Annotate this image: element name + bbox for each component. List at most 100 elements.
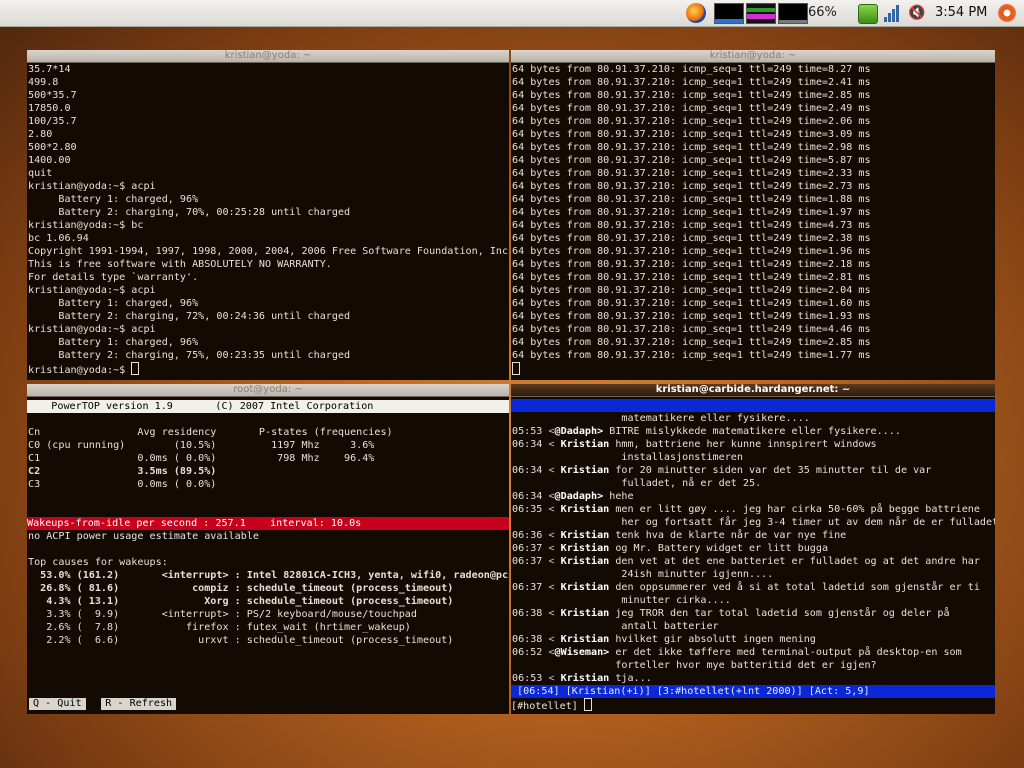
terminal-line: Battery 1: charged, 96% <box>28 194 199 205</box>
irc-channel-prompt: [#hotellet] <box>511 701 584 712</box>
signal-icon[interactable] <box>884 4 902 22</box>
window-title[interactable]: kristian@yoda: ~ <box>27 50 509 63</box>
cstate-row: C2 3.5ms (89.5%) <box>28 466 217 477</box>
terminal-output: 35.7*14 499.8 500*35.7 17850.0 100/35.7 2.80 5… <box>27 63 509 377</box>
terminal-line: 500*35.7 <box>28 90 77 101</box>
irc-message: 06:38 < Kristian hvilket gir absolutt in… <box>512 633 995 646</box>
battery-percent[interactable]: 66% <box>808 5 837 20</box>
irc-message: 06:35 < Kristian men er litt gøy .... je… <box>512 503 995 516</box>
irc-message: antall batterier <box>512 620 995 633</box>
irc-message: fulladet, nå er det 25. <box>512 477 995 490</box>
irc-timestamp: 06:36 <box>512 530 543 541</box>
window-title[interactable]: kristian@yoda: ~ <box>511 50 995 63</box>
ubuntu-icon[interactable] <box>998 4 1016 22</box>
wakeup-causes-list: 53.0% (161.2) <interrupt> : Intel 82801C… <box>27 569 509 647</box>
irc-message: 06:52 <@Wiseman> er det ikke tøffere med… <box>512 646 995 659</box>
irc-bracket: < <box>542 582 561 593</box>
irc-input-line[interactable]: [#hotellet] <box>511 698 995 713</box>
wakeup-cause-row: 26.8% ( 81.6) compiz : schedule_timeout … <box>28 583 454 594</box>
ping-line: 64 bytes from 80.91.37.210: icmp_seq=1 t… <box>512 64 871 75</box>
irc-timestamp: 06:34 <box>512 465 543 476</box>
cstate-row: C1 0.0ms ( 0.0%) 798 Mhz 96.4% <box>28 453 375 464</box>
irc-bracket: < <box>542 504 561 515</box>
terminal-irssi[interactable]: kristian@carbide.hardanger.net: ~ matema… <box>511 384 995 714</box>
irc-bracket: < <box>542 647 555 658</box>
terminal-top-right[interactable]: kristian@yoda: ~ 64 bytes from 80.91.37.… <box>511 50 995 380</box>
irc-message: 06:34 < Kristian for 20 minutter siden v… <box>512 464 995 477</box>
ping-line: 64 bytes from 80.91.37.210: icmp_seq=1 t… <box>512 129 871 140</box>
irc-text: men er litt gøy .... jeg har cirka 50-60… <box>609 504 980 515</box>
top-panel: 66% 🔇 3:54 PM <box>0 0 1024 27</box>
cstate-row: C3 0.0ms ( 0.0%) <box>28 479 217 490</box>
memory-monitor-icon[interactable] <box>746 3 776 24</box>
terminal-line: quit <box>28 168 53 179</box>
irc-bracket: < <box>542 673 561 684</box>
irc-topic-bar <box>511 399 995 412</box>
irc-bracket: < <box>542 556 561 567</box>
irc-bracket: < <box>542 608 561 619</box>
clock[interactable]: 3:54 PM <box>935 5 987 20</box>
shell-prompt[interactable]: kristian@yoda:~$ <box>28 362 509 377</box>
text-cursor <box>512 362 520 375</box>
irc-text: hmm, battriene her kunne innspirert wind… <box>609 439 877 450</box>
text-cursor <box>583 698 592 711</box>
irc-message-log: matematikere eller fysikere.... 05:53 <@D… <box>511 412 995 685</box>
terminal-line: 500*2.80 <box>28 142 77 153</box>
irc-timestamp: 06:52 <box>512 647 543 658</box>
terminal-line: Battery 2: charging, 75%, 00:23:35 until… <box>28 350 351 361</box>
update-icon[interactable] <box>858 4 878 24</box>
irc-message: 06:34 <@Dadaph> hehe <box>512 490 995 503</box>
irc-nick: Kristian <box>560 634 610 645</box>
refresh-key[interactable]: R - Refresh <box>101 698 177 710</box>
ping-line: 64 bytes from 80.91.37.210: icmp_seq=1 t… <box>512 77 871 88</box>
irc-text: 24ish minutter igjenn.... <box>512 569 774 580</box>
quit-key[interactable]: Q - Quit <box>29 698 86 710</box>
wakeup-cause-row: 2.2% ( 6.6) urxvt : schedule_timeout (pr… <box>28 635 454 646</box>
text-cursor <box>131 362 140 375</box>
irc-nick: Kristian <box>560 543 610 554</box>
terminal-powertop[interactable]: root@yoda: ~ PowerTOP version 1.9 (C) 20… <box>27 384 509 714</box>
irc-text: installasjonstimeren <box>512 452 743 463</box>
terminal-line: Battery 2: charging, 72%, 00:24:36 until… <box>28 311 351 322</box>
irc-message: 06:37 < Kristian og Mr. Battery widget e… <box>512 542 995 555</box>
terminal-top-left[interactable]: kristian@yoda: ~ 35.7*14 499.8 500*35.7 178… <box>27 50 509 380</box>
powertop-header: PowerTOP version 1.9 (C) 2007 Intel Corp… <box>27 400 509 413</box>
terminal-line: kristian@yoda:~$ acpi <box>28 181 156 192</box>
irc-nick: Kristian <box>560 530 610 541</box>
ping-line: 64 bytes from 80.91.37.210: icmp_seq=1 t… <box>512 103 871 114</box>
irc-text: hvilket gir absolutt ingen mening <box>609 634 816 645</box>
power-note: no ACPI power usage estimate available <box>28 531 259 542</box>
irc-text: den oppsummerer ved å si at total ladeti… <box>609 582 980 593</box>
ping-line: 64 bytes from 80.91.37.210: icmp_seq=1 t… <box>512 220 871 231</box>
terminal-line: This is free software with ABSOLUTELY NO… <box>28 259 332 270</box>
irc-bracket: < <box>542 491 555 502</box>
irc-message: matematikere eller fysikere.... <box>512 412 995 425</box>
ping-line: 64 bytes from 80.91.37.210: icmp_seq=1 t… <box>512 207 871 218</box>
window-title[interactable]: kristian@carbide.hardanger.net: ~ <box>511 384 995 397</box>
terminal-line: For details type `warranty'. <box>28 272 199 283</box>
irc-timestamp: 06:53 <box>512 673 543 684</box>
irc-timestamp: 06:37 <box>512 582 543 593</box>
volume-icon[interactable]: 🔇 <box>908 4 926 22</box>
top-causes-label: Top causes for wakeups: <box>28 557 168 568</box>
network-monitor-icon[interactable] <box>778 3 808 24</box>
ping-line: 64 bytes from 80.91.37.210: icmp_seq=1 t… <box>512 298 871 309</box>
wakeup-cause-row: 3.3% ( 9.9) <interrupt> : PS/2 keyboard/… <box>28 609 417 620</box>
irc-text: er det ikke tøffere med terminal-output … <box>609 647 962 658</box>
firefox-icon[interactable] <box>686 3 706 23</box>
irc-nick: @Dadaph> <box>554 426 604 437</box>
ping-line: 64 bytes from 80.91.37.210: icmp_seq=1 t… <box>512 194 871 205</box>
irc-nick: Kristian <box>560 673 610 684</box>
window-title[interactable]: root@yoda: ~ <box>27 384 509 397</box>
irc-bracket: < <box>542 426 555 437</box>
irc-text: matematikere eller fysikere.... <box>512 413 810 424</box>
irc-text: jeg TROR den tar total ladetid som gjens… <box>609 608 950 619</box>
irc-nick: Kristian <box>560 582 610 593</box>
irc-timestamp: 06:35 <box>512 504 543 515</box>
shell-prompt[interactable] <box>512 362 995 377</box>
ping-line: 64 bytes from 80.91.37.210: icmp_seq=1 t… <box>512 181 871 192</box>
cpu-monitor-icon[interactable] <box>714 3 744 24</box>
ping-line: 64 bytes from 80.91.37.210: icmp_seq=1 t… <box>512 155 871 166</box>
irc-nick: Kristian <box>560 556 610 567</box>
ping-line: 64 bytes from 80.91.37.210: icmp_seq=1 t… <box>512 285 871 296</box>
